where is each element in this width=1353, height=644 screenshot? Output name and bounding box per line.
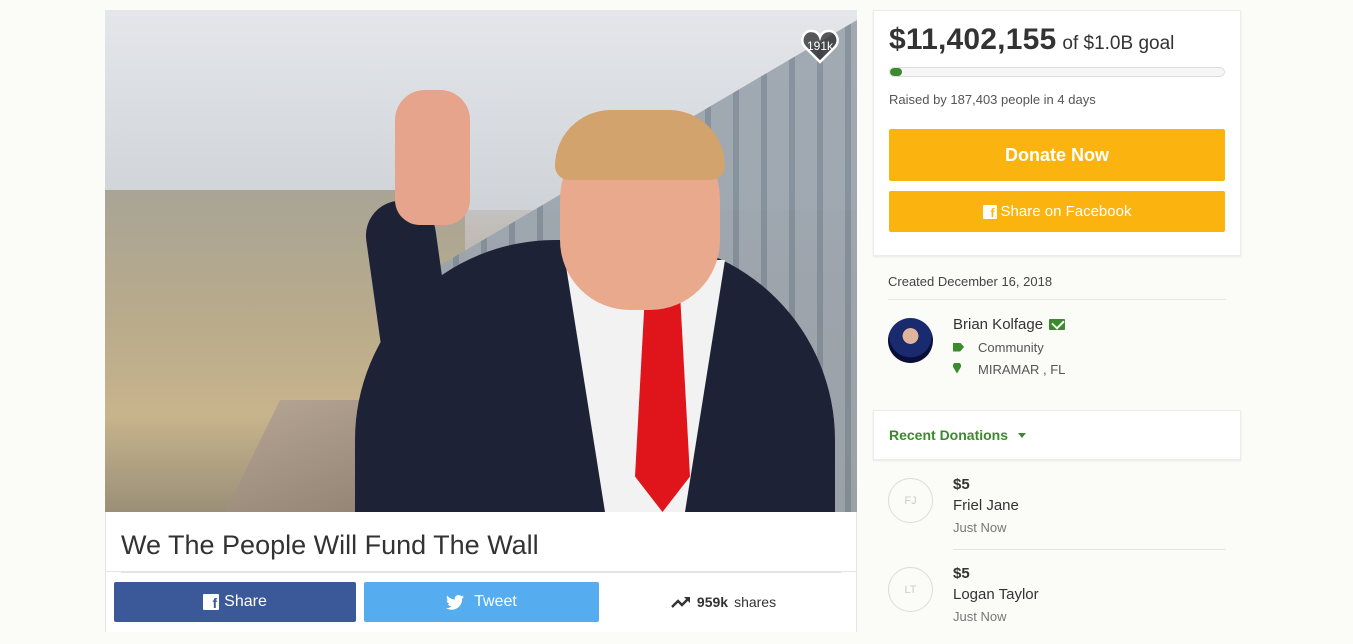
facebook-icon: f <box>203 594 220 610</box>
campaign-title-box: We The People Will Fund The Wall <box>105 512 857 572</box>
campaign-meta: Created December 16, 2018 Brian Kolfage … <box>873 256 1241 410</box>
raised-by-text: Raised by 187,403 people in 4 days <box>889 92 1096 107</box>
tweet-button[interactable]: Tweet <box>364 582 599 622</box>
sidebar: $11,402,155 of $1.0B goal Raised by 187,… <box>873 10 1241 638</box>
heart-button[interactable]: 191k <box>800 26 840 66</box>
trending-up-icon <box>671 597 690 608</box>
donation-amount: $5 <box>953 565 970 582</box>
campaign-title: We The People Will Fund The Wall <box>121 530 539 560</box>
progress-fill <box>890 68 902 76</box>
list-item: LT $5 Logan Taylor Just Now <box>873 549 1241 638</box>
organizer: Brian Kolfage Community MIRAMAR , FL <box>888 300 1226 410</box>
tag-icon <box>953 342 964 352</box>
organizer-name[interactable]: Brian Kolfage <box>953 316 1043 333</box>
share-bar: f Share Tweet 959k shares <box>105 572 857 632</box>
envelope-icon[interactable] <box>1049 319 1066 330</box>
caret-down-icon <box>1018 432 1027 438</box>
category-link[interactable]: Community <box>978 340 1044 355</box>
donation-list: FJ $5 Friel Jane Just Now LT $5 Logan Ta… <box>873 460 1241 638</box>
location-text: MIRAMAR , FL <box>978 362 1066 377</box>
progress-bar <box>889 67 1225 77</box>
goal-text: of $1.0B goal <box>1062 33 1175 54</box>
twitter-icon <box>446 594 465 610</box>
heart-count: 191k <box>806 39 834 53</box>
hero-person <box>355 90 835 512</box>
donation-time: Just Now <box>953 609 1007 624</box>
campaign-hero-image: 191k <box>105 10 857 512</box>
facebook-icon: f <box>982 204 997 219</box>
funding-card: $11,402,155 of $1.0B goal Raised by 187,… <box>873 10 1241 256</box>
campaign-column: 191k We The People Will Fund The Wall f … <box>105 10 857 632</box>
avatar[interactable] <box>888 318 933 363</box>
created-date: Created December 16, 2018 <box>888 256 1226 300</box>
donate-now-button[interactable]: Donate Now <box>889 129 1225 181</box>
donation-amount: $5 <box>953 476 970 493</box>
facebook-share-button[interactable]: f Share <box>114 582 356 622</box>
list-item: FJ $5 Friel Jane Just Now <box>873 460 1241 549</box>
shares-count: 959k shares <box>599 594 848 610</box>
share-on-facebook-button[interactable]: f Share on Facebook <box>889 191 1225 232</box>
amount-raised: $11,402,155 <box>889 23 1057 56</box>
recent-donations-toggle[interactable]: Recent Donations <box>873 410 1241 460</box>
donor-initials-avatar: FJ <box>888 478 933 523</box>
location-pin-icon <box>953 362 961 374</box>
donor-name: Logan Taylor <box>953 586 1039 603</box>
donor-name: Friel Jane <box>953 497 1019 514</box>
donation-time: Just Now <box>953 520 1007 535</box>
donor-initials-avatar: LT <box>888 567 933 612</box>
